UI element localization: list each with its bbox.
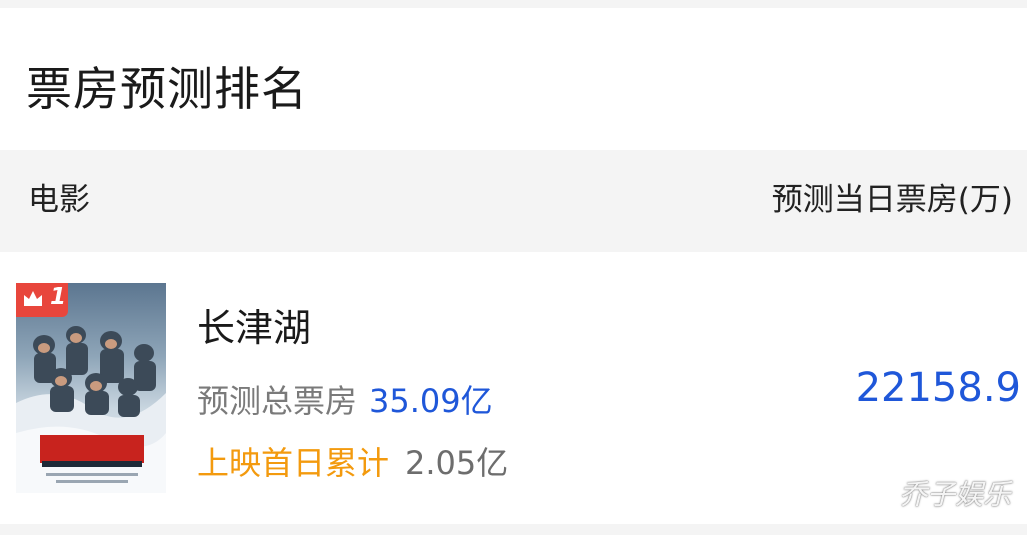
total-box-office-unit: 亿 [460,382,493,420]
watermark: 乔子娱乐 [898,478,1011,511]
first-day-cumulative: 上映首日累计 2.05亿 [197,447,508,479]
column-header-forecast[interactable]: 预测当日票房(万) [772,185,1013,216]
bottom-spacer [0,524,1027,535]
total-box-office-value: 35.09 [369,382,461,420]
top-spacer [0,0,1027,8]
movie-title[interactable]: 长津湖 [197,309,311,347]
table-header: 电影 预测当日票房(万) [0,150,1027,252]
total-box-office: 预测总票房 35.09亿 [197,385,493,417]
first-day-label: 上映首日累计 [197,444,390,482]
first-day-unit: 亿 [476,444,509,482]
first-day-value: 2.05 [405,444,477,482]
page-title: 票房预测排名 [26,62,308,116]
rank-number: 1 [50,284,67,310]
forecast-today-value: 22158.9 [855,365,1021,411]
column-header-movie: 电影 [28,182,90,218]
total-box-office-label: 预测总票房 [197,382,358,420]
rank-badge: 1 [16,283,68,317]
title-section: 票房预测排名 [0,8,1027,150]
crown-icon [24,291,42,306]
movie-row[interactable]: 1 长津湖 预测总票房 35.09亿 上映首日累计 2.05亿 22158.9 [0,252,1027,524]
